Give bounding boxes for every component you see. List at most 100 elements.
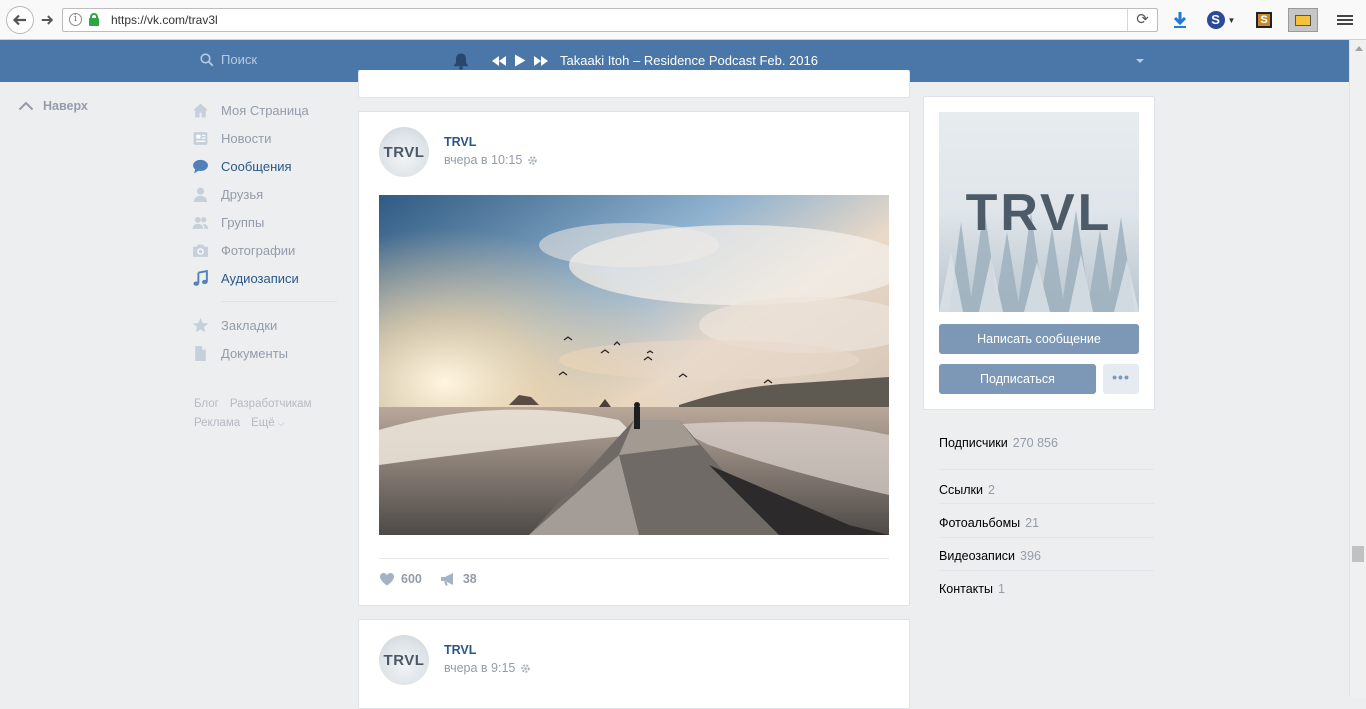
write-message-button[interactable]: Написать сообщение — [939, 324, 1139, 354]
contacts-count: 1 — [998, 582, 1005, 596]
menu-item-label: Закладки — [221, 317, 278, 333]
post-author[interactable]: TRVL — [444, 135, 476, 149]
menu-item-news[interactable]: Новости — [192, 124, 337, 152]
sync-extension-icon[interactable]: S ▼ — [1205, 8, 1237, 32]
like-button[interactable]: 600 — [379, 572, 422, 586]
left-menu-footer: Блог Разработчикам Реклама Ещё ⌵ — [194, 395, 339, 433]
download-icon[interactable] — [1168, 8, 1192, 32]
followers-row[interactable]: Подписчики 270 856 — [939, 436, 1154, 450]
messages-icon — [193, 159, 208, 173]
menu-divider — [221, 301, 337, 302]
chevron-up-icon — [18, 101, 34, 111]
menu-item-label: Новости — [221, 130, 272, 146]
document-icon — [195, 345, 206, 361]
info-icon[interactable]: i — [69, 13, 82, 26]
lock-icon[interactable] — [89, 13, 99, 26]
post-card: TRVL TRVL вчера в 10:15 600 38 — [358, 111, 910, 606]
menu-item-label: Сообщения — [221, 158, 292, 174]
post-photo[interactable] — [379, 195, 889, 535]
photo-albums-count: 21 — [1025, 516, 1040, 530]
friends-icon — [193, 187, 208, 202]
track-title[interactable]: Takaaki Itoh – Residence Podcast Feb. 20… — [560, 53, 818, 68]
menu-item-label: Друзья — [221, 186, 264, 202]
menu-item-audio[interactable]: Аудиозаписи — [192, 264, 337, 292]
post-date[interactable]: вчера в 9:15 — [444, 661, 531, 675]
footer-more-label: Ещё — [251, 417, 275, 429]
camera-icon — [193, 244, 208, 257]
go-top-button[interactable]: Наверх — [18, 99, 88, 113]
menu-item-my-page[interactable]: Моя Страница — [192, 96, 337, 124]
chevron-down-icon: ⌵ — [277, 418, 285, 428]
left-menu: Моя Страница Новости Сообщения Друзья Гр… — [192, 96, 337, 367]
back-arrow-icon — [12, 14, 26, 26]
search-input[interactable]: Поиск — [200, 52, 257, 67]
reader-icon[interactable] — [1288, 8, 1318, 32]
next-track-icon[interactable] — [534, 55, 548, 66]
url-text[interactable]: https://vk.com/trav3l — [111, 13, 218, 27]
forward-arrow-icon — [41, 15, 54, 25]
post-card: TRVL TRVL вчера в 9:15 — [358, 619, 910, 709]
group-info-card: TRVL Написать сообщение Подписаться ••• — [923, 96, 1155, 410]
play-icon[interactable] — [514, 54, 526, 67]
heart-icon — [380, 573, 394, 586]
menu-item-friends[interactable]: Друзья — [192, 180, 337, 208]
menu-item-label: Документы — [221, 345, 289, 361]
scrollbar-thumb[interactable] — [1352, 546, 1364, 562]
avatar[interactable]: TRVL — [379, 127, 429, 177]
footer-link-blog[interactable]: Блог — [194, 398, 219, 410]
post-actions: 600 38 — [379, 572, 495, 586]
photo-albums-row[interactable]: Фотоальбомы 21 — [939, 516, 1154, 530]
links-count: 2 — [988, 483, 995, 497]
audio-player: Takaaki Itoh – Residence Podcast Feb. 20… — [492, 53, 818, 68]
menu-item-messages[interactable]: Сообщения — [192, 152, 337, 180]
menu-item-documents[interactable]: Документы — [192, 339, 337, 367]
home-icon — [193, 103, 208, 117]
snowy-forest-cover: TRVL — [939, 112, 1139, 312]
scroll-up-icon[interactable] — [1355, 46, 1363, 51]
followers-label: Подписчики — [939, 436, 1008, 450]
links-row[interactable]: Ссылки 2 — [939, 483, 1154, 497]
divider — [939, 570, 1154, 571]
repost-button[interactable]: 38 — [440, 572, 477, 586]
photo-albums-label: Фотоальбомы — [939, 516, 1021, 530]
videos-row[interactable]: Видеозаписи 396 — [939, 549, 1154, 563]
menu-item-groups[interactable]: Группы — [192, 208, 337, 236]
reload-icon[interactable]: ⟳ — [1127, 9, 1157, 31]
avatar[interactable]: TRVL — [379, 635, 429, 685]
extension-icon[interactable]: S — [1252, 8, 1276, 32]
music-icon — [193, 269, 208, 286]
divider — [939, 503, 1154, 504]
url-bar[interactable]: i https://vk.com/trav3l ⟳ — [62, 8, 1158, 32]
contacts-row[interactable]: Контакты 1 — [939, 582, 1154, 596]
chevron-down-icon[interactable] — [1136, 59, 1144, 63]
post-author[interactable]: TRVL — [444, 643, 476, 657]
videos-count: 396 — [1020, 549, 1041, 563]
more-actions-button[interactable]: ••• — [1103, 364, 1139, 394]
back-button[interactable] — [6, 6, 34, 34]
search-icon — [200, 52, 214, 66]
divider — [939, 469, 1154, 470]
links-label: Ссылки — [939, 483, 984, 497]
search-placeholder: Поиск — [221, 52, 258, 67]
footer-link-ads[interactable]: Реклама — [194, 417, 240, 429]
cover-text: TRVL — [966, 184, 1113, 242]
post-date-text: вчера в 10:15 — [444, 153, 523, 167]
contacts-label: Контакты — [939, 582, 993, 596]
menu-item-bookmarks[interactable]: Закладки — [192, 311, 337, 339]
page-scrollbar[interactable] — [1349, 40, 1366, 697]
previous-track-icon[interactable] — [492, 55, 506, 66]
go-top-label: Наверх — [43, 99, 88, 113]
post-date[interactable]: вчера в 10:15 — [444, 153, 538, 167]
menu-item-label: Фотографии — [221, 242, 296, 258]
footer-link-developers[interactable]: Разработчикам — [230, 398, 312, 410]
gear-icon — [521, 663, 531, 673]
videos-label: Видеозаписи — [939, 549, 1016, 563]
menu-item-photos[interactable]: Фотографии — [192, 236, 337, 264]
forward-button[interactable] — [36, 9, 58, 31]
footer-link-more[interactable]: Ещё ⌵ — [251, 417, 295, 429]
group-cover[interactable]: TRVL — [939, 112, 1139, 312]
menu-item-label: Аудиозаписи — [221, 270, 299, 286]
hamburger-menu-icon[interactable] — [1333, 8, 1357, 32]
divider — [939, 537, 1154, 538]
subscribe-button[interactable]: Подписаться — [939, 364, 1096, 394]
